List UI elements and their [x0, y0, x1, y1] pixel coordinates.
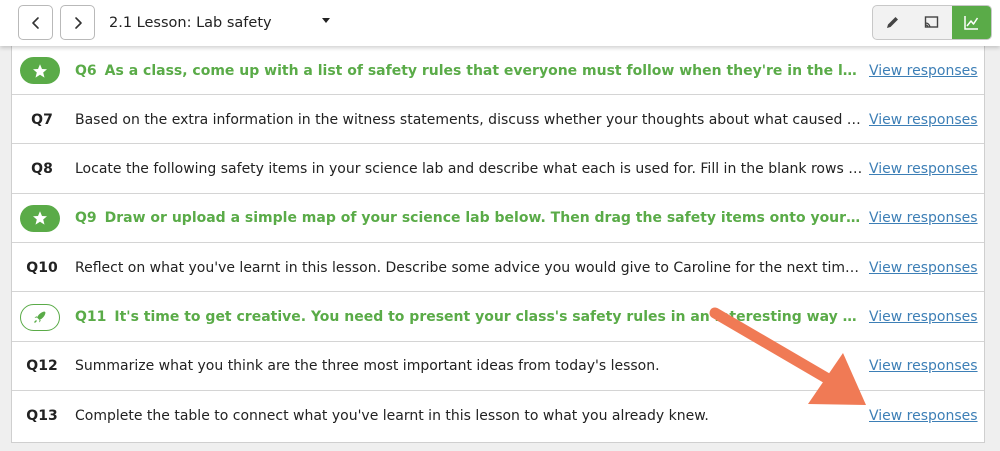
question-number: Q13 [26, 407, 58, 424]
question-text: Summarize what you think are the three m… [75, 342, 863, 391]
present-icon [925, 16, 939, 28]
question-body: Locate the following safety items in you… [75, 161, 863, 178]
lesson-title: 2.1 Lesson: Lab safety [109, 15, 272, 31]
forward-button[interactable] [60, 5, 95, 40]
pencil-icon [887, 17, 899, 28]
star-icon [33, 63, 47, 78]
question-body: It's time to get creative. You need to p… [114, 309, 863, 325]
view-responses-link[interactable]: View responses [869, 145, 978, 194]
view-responses-link[interactable]: View responses [869, 243, 978, 292]
question-body: As a class, come up with a list of safet… [104, 62, 863, 79]
question-body: Complete the table to connect what you'v… [75, 407, 709, 424]
view-responses-link[interactable]: View responses [869, 342, 978, 391]
question-row: Q12 Summarize what you think are the thre… [12, 342, 984, 391]
rocket-icon [34, 311, 46, 323]
question-row: Q10 Reflect on what you've learnt in this… [12, 243, 984, 293]
view-responses-link[interactable]: View responses [869, 391, 978, 440]
view-responses-link[interactable]: View responses [869, 95, 978, 144]
star-badge [20, 204, 60, 232]
question-text: Complete the table to connect what you'v… [75, 391, 863, 440]
content-area: Q6 As a class, come up with a list of saf… [0, 46, 1000, 451]
star-badge [20, 57, 60, 84]
question-number: Q12 [26, 358, 58, 375]
view-responses-link[interactable]: View responses [869, 293, 978, 342]
question-text: Locate the following safety items in you… [75, 145, 863, 194]
question-number: Q6 [75, 62, 97, 79]
question-number: Q11 [75, 309, 107, 325]
question-text: Reflect on what you've learnt in this le… [75, 243, 863, 292]
present-mode-button[interactable] [912, 6, 951, 39]
caret-down-icon[interactable] [322, 18, 330, 23]
question-row: Q6 As a class, come up with a list of saf… [12, 46, 984, 95]
question-row: Q13 Complete the table to connect what yo… [12, 391, 984, 440]
results-mode-button[interactable] [951, 6, 991, 39]
questions-table: Q6 As a class, come up with a list of saf… [11, 46, 985, 443]
question-row: Q9 Draw or upload a simple map of your sc… [12, 194, 984, 243]
question-body: Reflect on what you've learnt in this le… [75, 259, 863, 276]
question-number: Q7 [31, 111, 53, 128]
star-icon [33, 211, 47, 225]
view-responses-link[interactable]: View responses [869, 194, 978, 243]
question-body: Summarize what you think are the three m… [75, 358, 660, 375]
question-text: Q11 It's time to get creative. You need t… [75, 293, 863, 342]
question-text: Q6 As a class, come up with a list of saf… [75, 46, 863, 95]
question-number: Q8 [31, 161, 53, 178]
chart-icon [964, 16, 978, 30]
question-number: Q9 [75, 210, 97, 227]
question-row: Q7 Based on the extra information in the … [12, 95, 984, 145]
chevron-right-icon [74, 16, 82, 29]
question-text: Based on the extra information in the wi… [75, 95, 863, 144]
question-number: Q10 [26, 259, 58, 276]
question-text: Q9 Draw or upload a simple map of your sc… [75, 194, 863, 243]
question-row: Q8 Locate the following safety items in y… [12, 145, 984, 194]
question-row: Q11 It's time to get creative. You need t… [12, 293, 984, 342]
view-mode-toggle [872, 5, 992, 40]
question-body: Draw or upload a simple map of your scie… [104, 210, 863, 227]
back-button[interactable] [18, 5, 53, 40]
rocket-badge [20, 303, 60, 331]
question-body: Based on the extra information in the wi… [75, 111, 863, 128]
lesson-dropdown[interactable]: 2.1 Lesson: Lab safety [109, 12, 272, 34]
chevron-left-icon [31, 16, 39, 29]
view-responses-link[interactable]: View responses [869, 46, 978, 95]
top-bar: 2.1 Lesson: Lab safety [0, 0, 1000, 46]
edit-mode-button[interactable] [873, 6, 912, 39]
